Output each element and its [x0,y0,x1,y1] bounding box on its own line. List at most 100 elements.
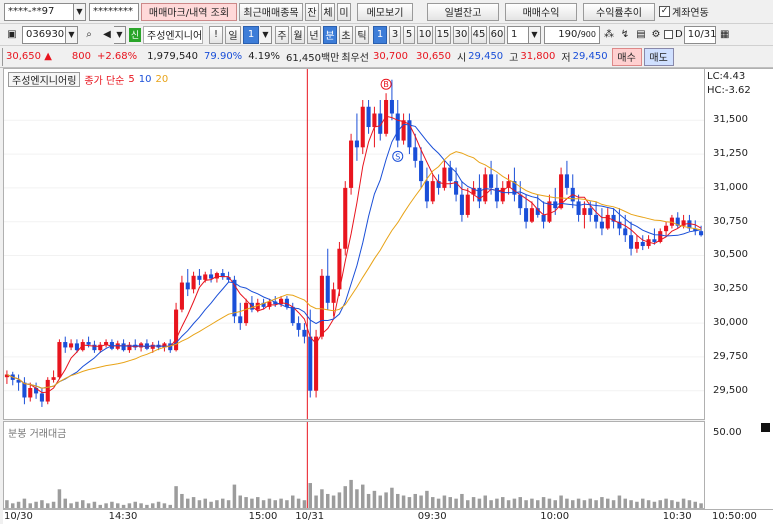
count-field[interactable]: 190/900 [544,25,600,44]
calendar-icon[interactable]: ▦ [718,27,732,43]
period-second-button[interactable]: 초 [339,25,353,44]
volume-bar [174,486,178,508]
candle-body [465,194,470,215]
window-icon[interactable]: ▣ [4,27,20,43]
volume-bar [238,495,242,508]
speaker-dropdown[interactable]: ▼ [114,25,126,44]
daily-balance-button[interactable]: 일별잔고 [427,2,499,21]
candle-body [588,208,593,215]
volume-canvas[interactable] [4,422,704,508]
candle-body [325,275,330,303]
minute-option-15[interactable]: 15 [435,25,451,44]
volume-bar [22,498,27,508]
volume-bar [413,493,417,508]
change-percent: +2.68% [96,51,138,62]
time-tick: 10/31 [295,511,325,522]
minute-option-3[interactable]: 3 [389,25,401,44]
custom-minute-dropdown[interactable]: ▼ [529,25,541,44]
minute-option-10[interactable]: 10 [417,25,433,44]
price-canvas[interactable]: BS [4,69,704,419]
volume-bar [168,504,172,508]
settings-icon[interactable]: ⚙ [650,27,662,43]
minute-option-60[interactable]: 60 [489,25,505,44]
candle-body [541,214,546,222]
candle-body [582,208,587,215]
profit-trend-button[interactable]: 수익률추이 [583,2,655,21]
period-minute-button[interactable]: 분 [323,25,337,44]
price-chart-panel[interactable]: 주성엔지니어링 종가 단순 5 10 20 BS [3,68,705,420]
buy-button[interactable]: 매수 [611,47,642,66]
indicator-icon[interactable]: ⁂ [602,27,616,43]
current-time: 10:50:00 [712,511,757,522]
candle-body [244,302,249,324]
volume-bar [530,498,534,508]
day-count-dropdown[interactable]: ▼ [260,25,272,44]
volume-bar [104,503,108,508]
period-day-count[interactable]: 1 [243,25,259,44]
market-badge: 신 [129,27,141,42]
search-icon[interactable]: ⌕ [81,27,97,43]
stock-code-dropdown[interactable]: ▼ [66,25,78,44]
alert-button[interactable]: ! [209,25,223,44]
period-year-button[interactable]: 년 [307,25,321,44]
candle-body [209,274,214,279]
candle-body [529,208,534,222]
stock-code-input[interactable]: 036930 [22,25,66,44]
minute-option-1[interactable]: 1 [373,25,387,44]
minute-option-45[interactable]: 45 [471,25,487,44]
speaker-icon[interactable]: ◀ [99,27,115,43]
volume-bar [291,495,295,508]
minute-option-5[interactable]: 5 [403,25,415,44]
volume-bar [133,501,137,508]
drawing-icon[interactable]: ↯ [618,27,632,43]
period-month-button[interactable]: 월 [291,25,305,44]
account-select[interactable]: ****-**97 [4,2,74,21]
count-display: 190 [558,29,578,40]
trade-mark-button[interactable]: 매매마크/내역 조회 [141,2,237,21]
date-checkbox[interactable] [664,30,673,39]
volume-bar [693,501,697,508]
candle-body [623,228,628,236]
volume-bar [28,503,32,508]
volume-bar [454,498,458,508]
account-link-label: 계좌연동 [672,8,709,19]
volume-bar [232,484,237,508]
password-input[interactable]: ******** [89,2,139,21]
trade-profit-button[interactable]: 매매수익 [505,2,577,21]
memo-button[interactable]: 메모보기 [357,2,413,21]
account-dropdown[interactable]: ▼ [74,2,86,21]
price-tick: 30,500 [713,249,748,261]
volume-bar [687,500,692,508]
priority-label: 최우선 [341,53,369,64]
minute-option-30[interactable]: 30 [453,25,469,44]
volume-bar [681,498,686,508]
price-tick: 31,500 [713,114,748,126]
volume-bar [419,495,423,508]
volume-bar [436,498,441,508]
volume-bar [116,503,120,508]
unfilled-button[interactable]: 미 [337,2,351,21]
save-icon[interactable]: ▤ [634,27,648,43]
volume-bar [296,498,301,508]
candle-body [629,235,634,249]
volume-bar [261,500,266,508]
account-link-toggle[interactable]: ✓ 계좌연동 [659,4,709,19]
period-week-button[interactable]: 주 [275,25,289,44]
volume-bar [151,503,155,508]
period-day-button[interactable]: 일 [225,25,241,44]
volume-bar [646,500,651,508]
fill-button[interactable]: 체 [321,2,335,21]
recent-items-button[interactable]: 최근매매종목 [239,2,303,21]
volume-chart-panel[interactable]: 분봉 거래대금 [3,421,705,509]
custom-minute-input[interactable]: 1 [507,25,529,44]
account-link-checkbox[interactable]: ✓ [659,6,670,17]
volume-bar [495,498,499,508]
volume-bar [582,500,587,508]
sell-button[interactable]: 매도 [643,47,674,66]
balance-button[interactable]: 잔 [305,2,319,21]
ma-line-5 [6,115,702,394]
date-input[interactable]: 10/31 [683,25,717,44]
volume-bar [361,484,365,508]
candle-body [22,382,27,398]
period-tick-button[interactable]: 틱 [355,25,369,44]
